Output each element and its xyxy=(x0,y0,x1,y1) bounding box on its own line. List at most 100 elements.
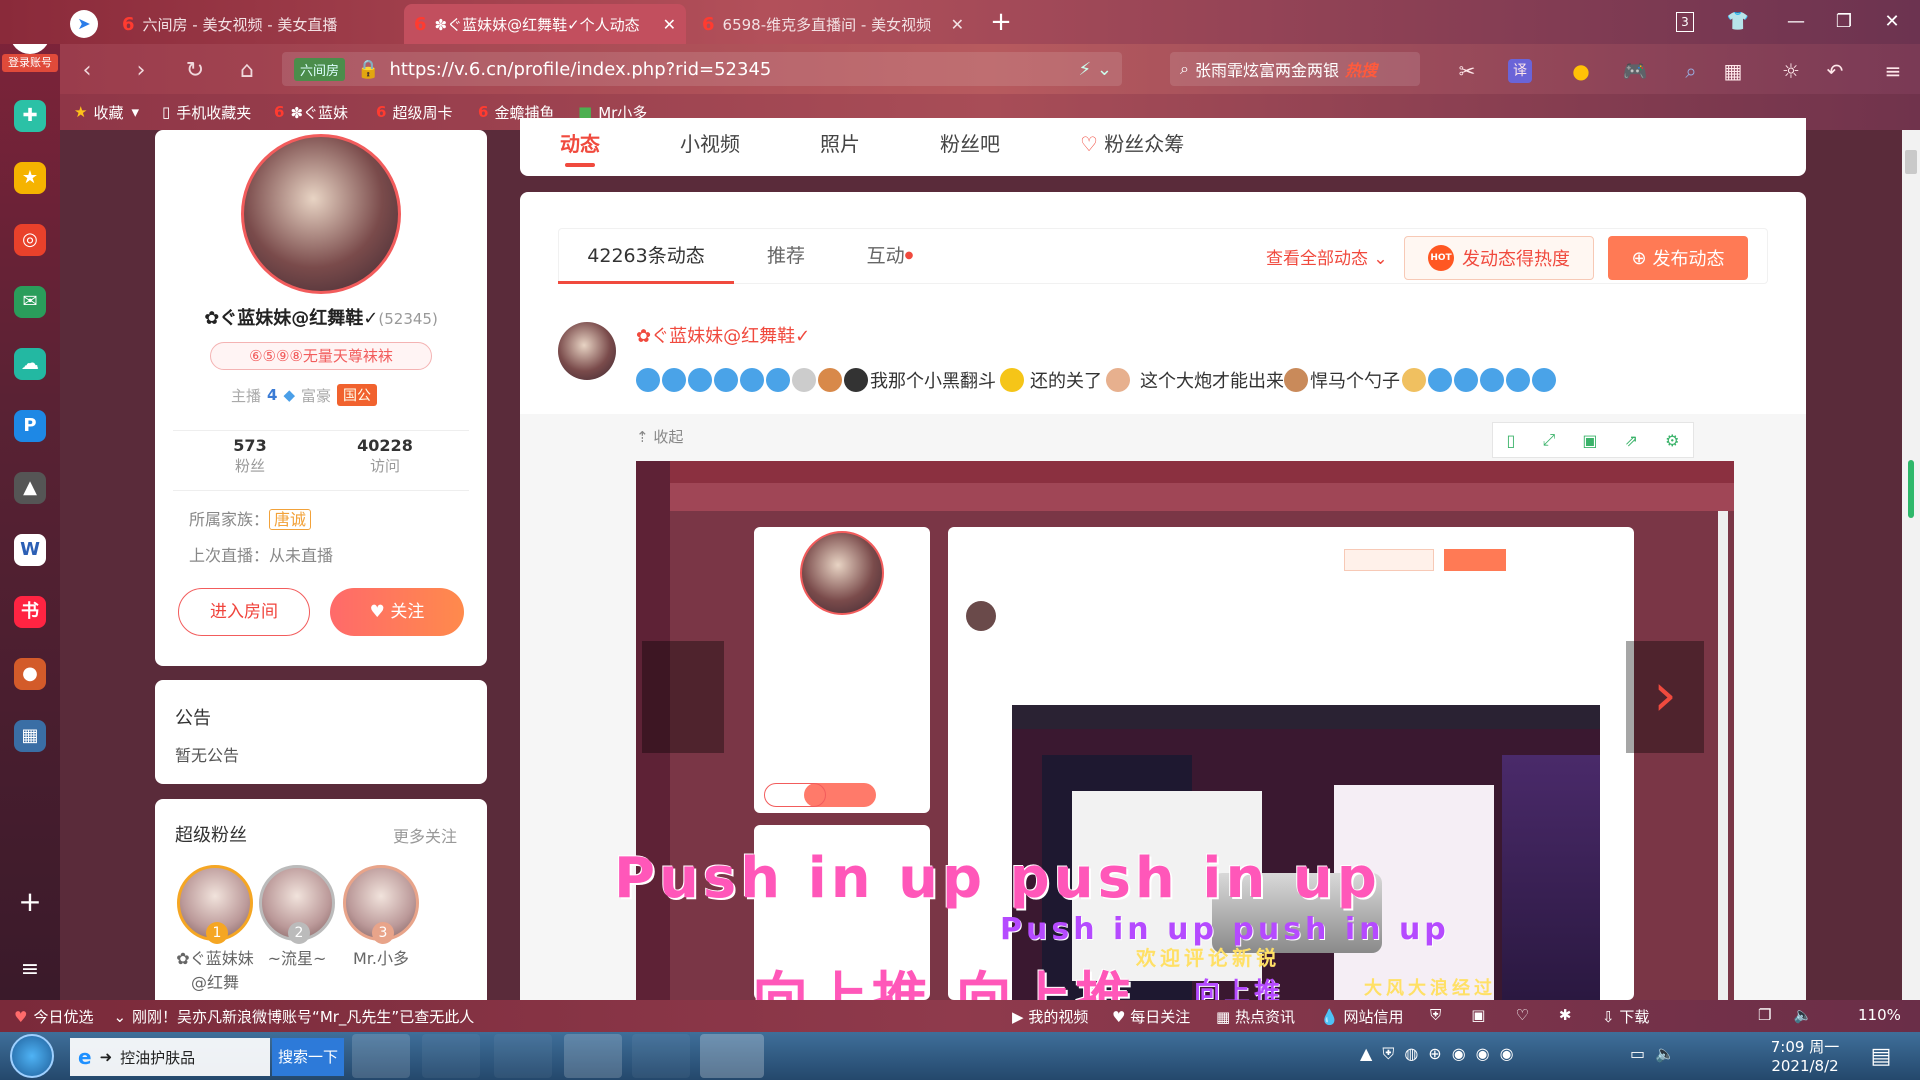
fan-item[interactable]: 3 Mr.小多 xyxy=(339,865,423,971)
shirt-icon[interactable]: 👕 xyxy=(1724,8,1752,36)
bookmark-weekly[interactable]: 6 超级周卡 xyxy=(376,94,452,130)
weibo-icon[interactable]: ◎ xyxy=(14,224,46,256)
player-app-icon[interactable] xyxy=(632,1034,690,1078)
forward-icon[interactable]: › xyxy=(126,56,156,86)
xiaohongshu-icon[interactable]: 书 xyxy=(14,596,46,628)
cut-icon[interactable]: ✂ xyxy=(1452,56,1482,86)
star-icon[interactable]: ★ xyxy=(14,162,46,194)
follow-button[interactable]: ♥ 关注 xyxy=(330,588,464,636)
translate-icon[interactable]: 译 xyxy=(1508,59,1532,83)
status-item[interactable]: ▦ 热点资讯 xyxy=(1216,1006,1295,1027)
magnifier-icon[interactable]: ⌕ xyxy=(1676,56,1706,86)
shield-icon[interactable]: ⛨ xyxy=(1430,1006,1441,1024)
page-scrollbar[interactable] xyxy=(1902,130,1920,1000)
game2-icon[interactable]: ● xyxy=(14,658,46,690)
bookmark-mobile[interactable]: ▯ 手机收藏夹 xyxy=(162,94,251,130)
game-icon[interactable]: ▲ xyxy=(14,472,46,504)
ie-app-icon[interactable] xyxy=(422,1034,480,1078)
status-item[interactable]: 💧 网站信用 xyxy=(1320,1006,1403,1027)
grid-icon[interactable]: ▦ xyxy=(1718,56,1748,86)
settings-icon[interactable]: ✱ xyxy=(1559,1006,1572,1024)
fan-item[interactable]: 1 ✿ぐ蓝妹妹@红舞 xyxy=(173,865,257,995)
status-item[interactable]: ♥ 每日关注 xyxy=(1112,1006,1190,1027)
tab-all-posts[interactable]: 42263条动态 xyxy=(558,228,734,284)
save-icon[interactable]: ▣ xyxy=(1582,431,1597,450)
visits-stat[interactable]: 40228 访问 xyxy=(345,436,425,476)
nav-item-4[interactable]: ♡ 粉丝众筹 xyxy=(1080,128,1184,157)
qq-icon[interactable]: ◉ xyxy=(1476,1044,1490,1070)
menu-icon[interactable]: ≡ xyxy=(14,954,46,986)
status-item[interactable]: ▶ 我的视频 xyxy=(1012,1006,1088,1027)
new-tab-button[interactable]: + xyxy=(986,8,1016,38)
more-icon[interactable]: ≡ xyxy=(1878,56,1908,86)
refresh-icon[interactable]: ↻ xyxy=(180,56,210,86)
shield-icon[interactable]: ⛨ xyxy=(1382,1044,1394,1070)
share-icon[interactable]: ⇗ xyxy=(1625,431,1638,450)
fullscreen-icon[interactable]: ⤢ xyxy=(1542,430,1555,450)
plus-tray-icon[interactable]: ⊕ xyxy=(1428,1044,1441,1070)
word-icon[interactable]: W xyxy=(14,534,46,566)
screen-icon[interactable]: ❐ xyxy=(1758,1006,1771,1024)
next-arrow-icon[interactable]: › xyxy=(1626,641,1704,753)
k-app-icon[interactable] xyxy=(352,1034,410,1078)
image-icon[interactable]: ▣ xyxy=(1471,1006,1485,1024)
tab-3[interactable]: 6 6598-维克多直播间 - 美女视频 ✕ xyxy=(692,4,974,44)
publish-button[interactable]: ⊕ 发布动态 xyxy=(1608,236,1748,280)
volume-icon[interactable]: 🔈 xyxy=(1655,1044,1675,1063)
tab-1[interactable]: 6 六间房 - 美女视频 - 美女直播 xyxy=(112,4,400,44)
settings-icon[interactable]: ⚙ xyxy=(1665,431,1679,450)
sun-icon[interactable]: ☼ xyxy=(1776,56,1806,86)
p-app-icon[interactable]: P xyxy=(14,410,46,442)
close-icon[interactable]: ✕ xyxy=(651,15,676,34)
collapse-link[interactable]: ⇡ 收起 xyxy=(636,426,683,447)
navigation-icon[interactable]: ➤ xyxy=(70,10,98,38)
tab-2[interactable]: 6 ✽ぐ蓝妹妹@红舞鞋✓个人动态 ✕ xyxy=(404,4,686,44)
view-all-dropdown[interactable]: 查看全部动态 ⌄ xyxy=(1266,244,1388,269)
login-button[interactable]: 登录账号 xyxy=(2,54,58,72)
close-window-icon[interactable]: ✕ xyxy=(1878,8,1906,36)
browser-app-icon[interactable] xyxy=(564,1034,622,1078)
undo-icon[interactable]: ↶ xyxy=(1820,56,1850,86)
folder-app-icon[interactable] xyxy=(494,1034,552,1078)
fan-item[interactable]: 2 ~流星~ xyxy=(255,865,339,971)
zoom-level[interactable]: 110% xyxy=(1858,1006,1901,1024)
fans-stat[interactable]: 573 粉丝 xyxy=(215,436,285,476)
post-avatar[interactable] xyxy=(558,322,616,380)
enter-room-button[interactable]: 进入房间 xyxy=(178,588,310,636)
hot-post-button[interactable]: HOT 发动态得热度 xyxy=(1404,236,1594,280)
gamepad-icon[interactable]: 🎮 xyxy=(1620,56,1650,86)
search-button[interactable]: 搜索一下 xyxy=(272,1038,344,1076)
start-button[interactable] xyxy=(10,1034,54,1078)
qq-icon[interactable]: ◉ xyxy=(1500,1044,1514,1070)
tab-interact[interactable]: 互动● xyxy=(838,228,942,284)
arrow-up-icon[interactable]: ▲ xyxy=(1360,1044,1372,1070)
mail-icon[interactable]: ✉ xyxy=(14,286,46,318)
tab-count-badge[interactable]: 3 xyxy=(1676,12,1694,32)
search-input[interactable]: ⌕ 张雨霏炫富两金两银 热搜 xyxy=(1170,52,1420,86)
nav-item-0[interactable]: 动态 xyxy=(560,128,600,167)
scrollbar-thumb[interactable] xyxy=(1905,150,1917,174)
bookmark-favorites[interactable]: ★ 收藏 ▾ xyxy=(74,94,139,130)
volume-icon[interactable]: 🔈 xyxy=(1793,1006,1812,1024)
more-follow-link[interactable]: 更多关注 xyxy=(393,823,457,847)
close-icon[interactable]: ✕ xyxy=(939,15,964,34)
restore-icon[interactable]: ❐ xyxy=(1830,8,1858,36)
phone-icon[interactable]: ▯ xyxy=(1507,431,1516,450)
post-author[interactable]: ✿ぐ蓝妹妹@红舞鞋✓ xyxy=(636,322,810,348)
notification-icon[interactable]: ▤ xyxy=(1864,1040,1898,1074)
bookmark-profile[interactable]: 6 ✽ぐ蓝妹 xyxy=(274,94,348,130)
nav-item-3[interactable]: 粉丝吧 xyxy=(940,128,1000,157)
game3-icon[interactable]: ▦ xyxy=(14,720,46,752)
status-item[interactable]: ⇩ 下载 xyxy=(1602,1006,1649,1027)
tab-recommend[interactable]: 推荐 xyxy=(734,228,838,284)
url-field[interactable]: 六间房 🔒 https://v.6.cn/profile/index.php?r… xyxy=(282,52,1122,86)
cloud-icon[interactable]: ☁ xyxy=(14,348,46,380)
qq-icon[interactable]: ◉ xyxy=(1452,1044,1466,1070)
news-ticker[interactable]: ♥ 今日优选 ⌄ 刚刚！吴亦凡新浪微博账号“Mr_凡先生”已查无此人 xyxy=(14,1006,474,1027)
back-icon[interactable]: ‹ xyxy=(72,56,102,86)
dropdown-icon[interactable]: ⚡ ⌄ xyxy=(1079,59,1112,80)
heart-outline-icon[interactable]: ♡ xyxy=(1515,1006,1528,1024)
avatar[interactable] xyxy=(241,134,401,294)
side-indicator[interactable] xyxy=(1908,460,1914,518)
nav-item-2[interactable]: 照片 xyxy=(820,128,860,157)
